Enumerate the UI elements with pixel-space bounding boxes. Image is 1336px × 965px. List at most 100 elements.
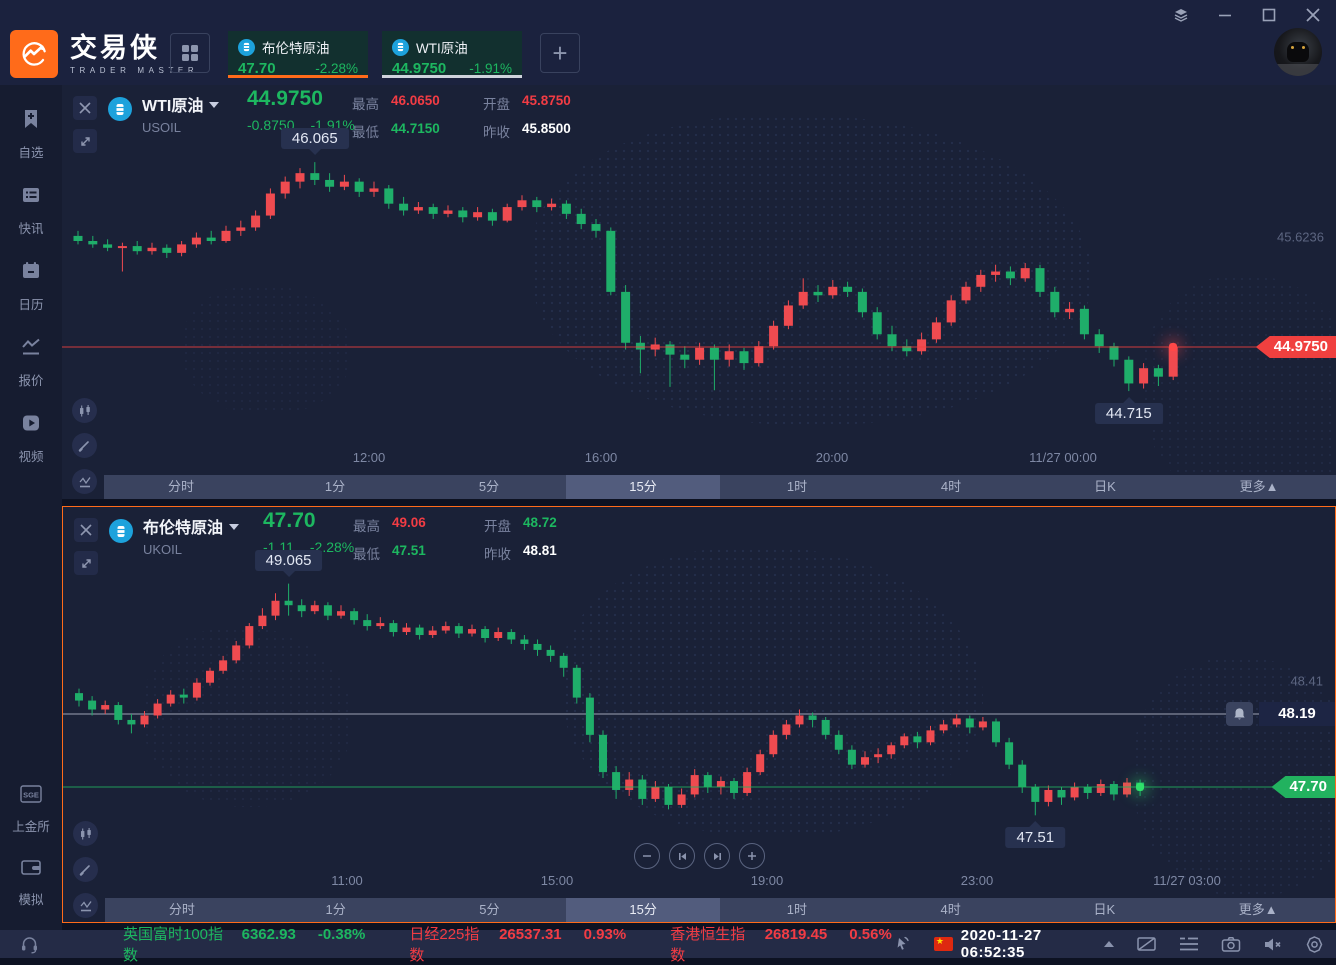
index-ticker[interactable]: 日经225指数26537.310.93% [409,923,626,965]
camera-icon[interactable] [1221,936,1241,953]
draw-tool-button[interactable] [72,433,97,458]
timeframe-15分[interactable]: 15分 [566,898,720,922]
candle [809,715,817,719]
ohlc-stats: 最高 49.06 开盘 48.72 最低 47.51 昨收 48.81 [353,515,595,563]
playback-controls [634,843,765,869]
avatar[interactable] [1274,28,1322,76]
candle [665,787,673,805]
candle [444,210,453,213]
zoom-out-button[interactable] [634,843,660,869]
sidebar-item-quotes[interactable]: 报价 [0,325,62,401]
timeframe-1分[interactable]: 1分 [258,475,412,499]
candle [887,745,895,754]
expand-panel-button[interactable] [73,129,97,153]
candle [207,238,216,241]
chart-type-button[interactable] [73,821,98,846]
low-label: 最低 [352,121,379,141]
index-name: 英国富时100指数 [123,923,228,965]
screen-share-off-icon[interactable] [1136,935,1157,953]
timeframe-5分[interactable]: 5分 [412,475,566,499]
cursor-click-icon[interactable] [892,934,912,954]
timeframe-4时[interactable]: 4时 [874,475,1028,499]
candle [678,794,686,804]
headset-icon[interactable] [20,935,39,954]
candle [403,628,411,632]
candle [101,705,109,709]
chart-area-wti[interactable]: WTI原油 USOIL 44.9750 -0.8750-1.91% 最高 46.… [62,85,1336,475]
sidebar-item-sge[interactable]: SGE上金所 [0,773,62,847]
candle [193,683,201,698]
indicator-button[interactable] [72,469,97,494]
minimize-button[interactable] [1216,6,1234,24]
candle [1006,272,1015,279]
sidebar-item-calendar[interactable]: 日历 [0,249,62,325]
add-tab-button[interactable]: + [540,33,580,73]
candle [1031,787,1039,802]
mute-icon[interactable] [1263,936,1283,953]
timeframe-1时[interactable]: 1时 [720,475,874,499]
price-alert[interactable]: 48.19 [1226,702,1335,726]
instrument-tab-2[interactable]: WTI原油44.9750-1.91% [382,31,522,78]
timeframe-5分[interactable]: 5分 [413,898,567,922]
right-axis-label: 48.41 [1290,674,1323,689]
tab-change-pct: -1.91% [469,61,512,76]
instrument-name-block[interactable]: 布伦特原油 UKOIL [143,514,239,557]
close-panel-button[interactable] [74,518,98,542]
zoom-in-button[interactable] [739,843,765,869]
instrument-tab-1[interactable]: 布伦特原油47.70-2.28% [228,31,368,78]
ohlc-stats: 最高 46.0650 开盘 45.8750 最低 44.7150 昨收 45.8… [352,93,594,141]
draw-tool-button[interactable] [73,857,98,882]
instrument-name: 布伦特原油 [143,520,223,537]
candle [114,705,122,720]
open-value: 45.8750 [522,93,594,113]
instrument-name-block[interactable]: WTI原油 USOIL [142,92,219,135]
timeframe-分时[interactable]: 分时 [105,898,259,922]
sidebar-item-video[interactable]: 视频 [0,401,62,477]
candle [455,626,463,633]
candle [340,182,349,187]
chart-type-button[interactable] [72,398,97,423]
prevclose-value: 48.81 [523,543,595,563]
sidebar-item-demo[interactable]: 模拟 [0,847,62,920]
maximize-button[interactable] [1260,6,1278,24]
sidebar-item-watchlist[interactable]: 自选 [0,97,62,173]
sidebar-item-label: 快讯 [0,218,62,237]
timeframe-更多▲[interactable]: 更多▲ [1181,898,1335,922]
clock-region-selector[interactable]: ★ 2020-11-27 06:52:35 [934,927,1114,961]
session-low-tooltip: 44.715 [1095,403,1163,424]
timeframe-日K[interactable]: 日K [1028,475,1182,499]
timeframe-row-wti: 分时1分5分15分1时4时日K更多▲ [62,475,1336,499]
expand-panel-button[interactable] [74,551,98,575]
candle [337,611,345,615]
sidebar-item-news[interactable]: 快讯 [0,173,62,249]
timeframe-日K[interactable]: 日K [1028,898,1182,922]
timeframe-15分[interactable]: 15分 [566,475,720,499]
candle [599,735,607,772]
close-panel-button[interactable] [73,96,97,120]
candle [927,730,935,742]
layout-grid-button[interactable] [170,33,210,73]
go-start-button[interactable] [669,843,695,869]
sidebar-item-label: 视频 [0,446,62,465]
candle [1005,742,1013,764]
high-label: 最高 [352,93,379,113]
timeframe-1时[interactable]: 1时 [720,898,874,922]
candle [861,757,869,764]
bell-icon[interactable] [1226,702,1253,726]
timeframe-分时[interactable]: 分时 [104,475,258,499]
list-settings-icon[interactable] [1179,936,1199,952]
chart-area-brent[interactable]: 布伦特原油 UKOIL 47.70 -1.11-2.28% 最高 49.06 开… [63,507,1335,898]
timeframe-更多▲[interactable]: 更多▲ [1182,475,1336,499]
settings-gear-icon[interactable] [1305,935,1324,954]
index-ticker[interactable]: 英国富时100指数6362.93-0.38% [123,923,365,965]
candle [154,704,162,716]
time-axis-label: 11/27 00:00 [1029,450,1097,465]
go-end-button[interactable] [704,843,730,869]
layers-icon[interactable] [1172,6,1190,24]
candle [940,724,948,730]
index-ticker[interactable]: 香港恒生指数26819.450.56% [670,923,892,965]
timeframe-1分[interactable]: 1分 [259,898,413,922]
indicator-button[interactable] [73,893,98,918]
timeframe-4时[interactable]: 4时 [874,898,1028,922]
close-button[interactable] [1304,6,1322,24]
